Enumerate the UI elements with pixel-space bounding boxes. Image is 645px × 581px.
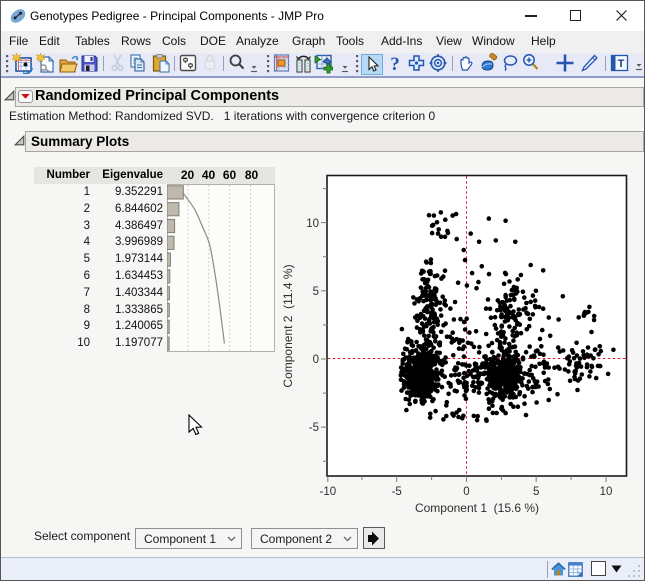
svg-text:-5: -5 [392,486,402,498]
svg-text:5: 5 [533,486,539,498]
svg-text:10: 10 [600,486,613,498]
svg-text:5: 5 [313,286,319,298]
svg-text:10: 10 [306,218,319,230]
svg-text:Component 2 (11.4 %): Component 2 (11.4 %) [281,264,295,387]
svg-text:0: 0 [313,354,319,366]
svg-text:?: ? [390,54,400,73]
svg-text:-10: -10 [319,486,336,498]
svg-text:-5: -5 [309,422,319,434]
svg-text:0: 0 [463,486,469,498]
svg-text:T: T [618,58,625,70]
svg-text:Component 1 (15.6 %): Component 1 (15.6 %) [415,501,539,515]
